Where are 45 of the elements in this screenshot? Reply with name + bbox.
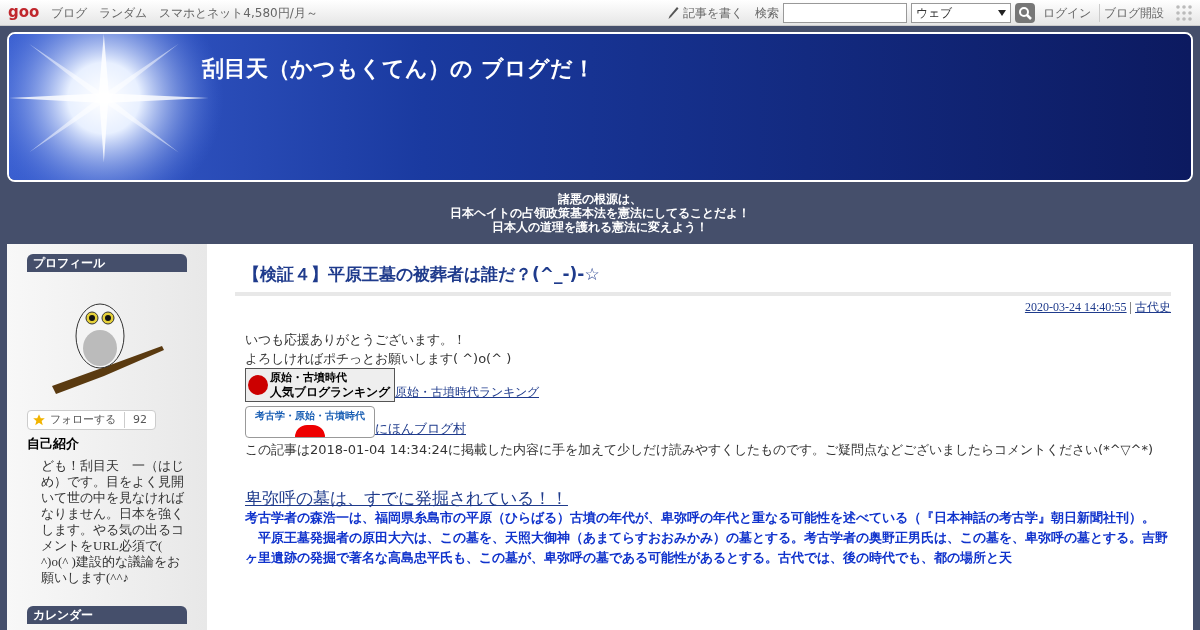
pen-icon: [667, 5, 679, 20]
star-icon: [32, 413, 46, 427]
intro-text: ども！刮目天 一（はじめ）です。目をよく見開いて世の中を見なければなりません。日本を強くします。やる気の出るコメントをURL必須で( ^)o(^ )建設的な議論をお願いします(^^♪: [40, 457, 185, 586]
intro-heading: 自己紹介: [27, 435, 80, 453]
search-button[interactable]: [1015, 2, 1035, 23]
apps-grid-icon[interactable]: [1176, 4, 1192, 21]
follow-count: 92: [124, 411, 155, 429]
body-text: この記事は2018-01-04 14:34:24に掲載した内容に手を加えて少しだけ読みやすくしたものです。ご疑問点などございましたらコメントください(*^▽^*): [245, 440, 1154, 459]
body-text: いつも応援ありがとうございます。！: [245, 330, 467, 349]
nav-link[interactable]: ブログ: [51, 3, 88, 22]
body-paragraph: 平原王墓発掘者の原田大六は、この墓を、天照大御神（あまてらすおおみかみ）の墓とする。考古学者の奥野正男氏は、この墓を、卑弥呼の墓とする。吉野ヶ里遺跡の発掘で著名な高島忠平氏も、この墓が、卑弥呼の墓である可能性があるとする。古代では、後の時代でも、都の場所と天: [245, 528, 1169, 567]
body-paragraph: 考古学者の森浩一は、福岡県糸島市の平原（ひらばる）古墳の年代が、卑弥呼の年代と重なる可能性を述べている（『日本神話の考古学』朝日新聞社刊）。: [245, 508, 1156, 527]
sidebar-heading: プロフィール: [27, 254, 187, 272]
banner-mark-icon: [295, 424, 325, 437]
banner-subtitle: 人気ブログランキング: [270, 384, 390, 399]
blog-title[interactable]: 刮目天（かつもくてん）の ブログだ！: [202, 52, 595, 85]
tagline-text: 日本ヘイトの占領政策基本法を憲法にしてることだよ！: [450, 206, 750, 220]
dropdown-caret-icon: [998, 9, 1006, 16]
date-link[interactable]: 2020-03-24 14:40:55: [1024, 299, 1127, 314]
search-label: 検索: [755, 4, 779, 22]
tagline-text: 諸悪の根源は、: [558, 192, 642, 206]
search-select[interactable]: ウェブ: [911, 2, 1011, 23]
body-text: よろしければポチっとお願いします( ^)o(^ ): [245, 349, 513, 368]
ranking-logo-icon: [248, 374, 268, 395]
ranking-link[interactable]: 原始・古墳時代ランキング: [395, 382, 539, 402]
login-link[interactable]: ログイン: [1043, 3, 1100, 22]
sidebar-heading: カレンダー: [27, 605, 187, 624]
ranking-banner[interactable]: 考古学・原始・古墳時代: [245, 405, 375, 438]
logo[interactable]: goo: [8, 1, 40, 24]
section-heading: 卑弥呼の墓は、すでに発掘されている！！: [245, 488, 569, 508]
ranking-link[interactable]: にほんブログ村: [375, 418, 466, 438]
follow-label: フォローする: [50, 411, 117, 428]
article-title: 【検証４】平原王墓の被葬者は誰だ？(^_-)-☆: [235, 262, 1171, 296]
follow-button[interactable]: フォローする 92: [27, 410, 156, 430]
category-link[interactable]: 古代史: [1135, 299, 1171, 314]
nav-link[interactable]: ランダム: [99, 3, 148, 22]
open-blog-link[interactable]: ブログ開設: [1104, 3, 1164, 22]
banner-title: 考古学・原始・古墳時代: [255, 408, 365, 423]
separator: |: [1129, 299, 1132, 314]
tagline-text: 日本人の道理を護れる憲法に変えよう！: [492, 220, 708, 234]
ranking-banner[interactable]: 原始・古墳時代 人気ブログランキング: [245, 367, 395, 402]
nav-link[interactable]: スマホとネット4,580円/月～: [159, 3, 318, 22]
write-link[interactable]: 記事を書く: [683, 3, 743, 22]
banner-title: 原始・古墳時代: [270, 370, 348, 385]
search-field[interactable]: [783, 2, 907, 23]
